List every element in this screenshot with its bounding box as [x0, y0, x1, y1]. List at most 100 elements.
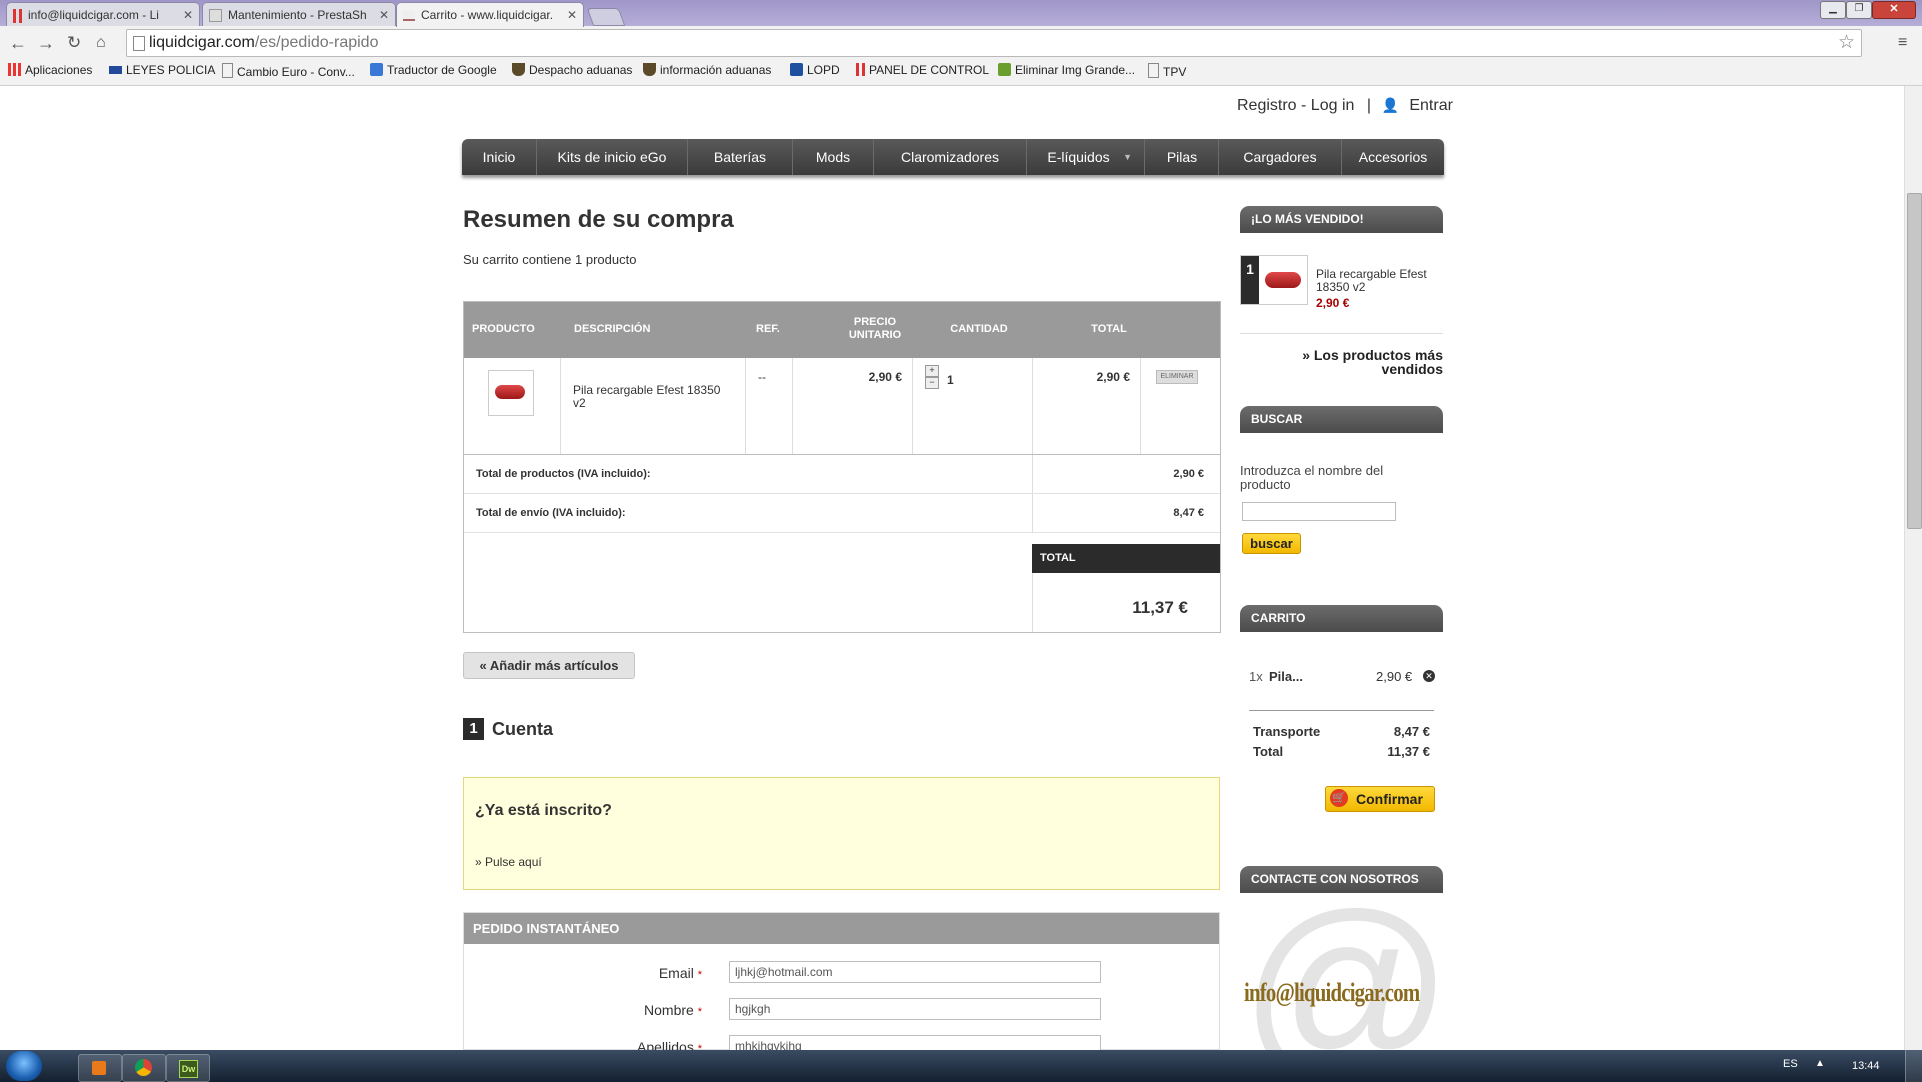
total-shipping-row: Total de envío (IVA incluido): 8,47 €: [464, 494, 1220, 533]
product-thumbnail[interactable]: [488, 370, 534, 416]
taskbar-chrome[interactable]: [122, 1054, 166, 1082]
menu-label: E-líquidos: [1047, 149, 1110, 165]
bookmark-label: Aplicaciones: [25, 63, 93, 77]
minimize-button[interactable]: ▁: [1820, 1, 1846, 19]
bookmark-label: Cambio Euro - Conv...: [237, 65, 355, 79]
bookmark-lopd[interactable]: LOPD: [790, 63, 840, 77]
required-mark: *: [697, 969, 702, 981]
bookmark-label: Despacho aduanas: [529, 63, 633, 77]
bookmark-label: información aduanas: [660, 63, 772, 77]
enter-link[interactable]: Entrar: [1409, 97, 1453, 114]
bookmark-informacion[interactable]: información aduanas: [643, 63, 771, 77]
taskbar-media-player[interactable]: [78, 1054, 122, 1082]
user-icon: 👤: [1381, 97, 1399, 113]
bestseller-thumbnail[interactable]: 1: [1240, 255, 1308, 305]
search-label: Introduzca el nombre del producto: [1240, 463, 1384, 492]
bookmark-label: Eliminar Img Grande...: [1015, 63, 1136, 77]
show-desktop-button[interactable]: [1905, 1050, 1922, 1082]
total-shipping-label: Total de envío (IVA incluido):: [476, 507, 626, 519]
home-icon[interactable]: ⌂: [96, 33, 106, 53]
cart-table: PRODUCTO DESCRIPCIÓN REF. PRECIO UNITARIO…: [463, 301, 1221, 633]
maximize-button[interactable]: ❐: [1846, 1, 1872, 19]
start-button[interactable]: [6, 1051, 42, 1081]
menu-icon[interactable]: ≡: [1898, 33, 1907, 53]
forward-icon[interactable]: →: [37, 33, 55, 53]
total-products-row: Total de productos (IVA incluido): 2,90 …: [464, 455, 1220, 494]
battery-image: [1265, 272, 1301, 288]
email-label-text: Email: [658, 965, 694, 981]
lopd-icon: [790, 63, 803, 76]
close-icon[interactable]: ✕: [567, 3, 577, 27]
register-login-link[interactable]: Registro - Log in: [1237, 97, 1354, 114]
media-icon: [92, 1061, 106, 1075]
menu-item-baterias[interactable]: Baterías: [688, 139, 793, 175]
step-number: 1: [463, 718, 484, 740]
close-window-button[interactable]: ✕: [1872, 1, 1916, 19]
quantity-up-icon[interactable]: +: [925, 365, 939, 377]
confirm-button[interactable]: 🛒 Confirmar: [1325, 786, 1435, 812]
page-icon: [403, 10, 415, 21]
remove-circle-icon[interactable]: ✕: [1423, 670, 1435, 682]
close-icon[interactable]: ✕: [183, 3, 193, 27]
star-icon[interactable]: ☆: [1838, 31, 1855, 54]
remove-button[interactable]: ELIMINAR: [1156, 370, 1198, 384]
contact-email[interactable]: info@liquidcigar.com: [1244, 978, 1420, 1008]
product-description[interactable]: Pila recargable Efest 18350 v2: [573, 384, 733, 410]
search-input[interactable]: [1242, 502, 1396, 521]
tab-strip: info@liquidcigar.com - Li ✕ Mantenimiento…: [0, 0, 1922, 27]
taskbar-dreamweaver[interactable]: Dw: [166, 1054, 210, 1082]
bestseller-name[interactable]: Pila recargable Efest 18350 v2: [1316, 268, 1444, 294]
chevron-down-icon: ▼: [1123, 152, 1132, 162]
cart-item-name[interactable]: Pila...: [1269, 669, 1303, 684]
tab-prestashop[interactable]: Mantenimiento - PrestaSh ✕: [202, 2, 396, 27]
address-bar[interactable]: liquidcigar.com/es/pedido-rapido ☆: [126, 29, 1862, 57]
menu-item-claromizadores[interactable]: Claromizadores: [874, 139, 1027, 175]
url-host: liquidcigar.com: [149, 34, 255, 51]
row-total: 2,90 €: [1096, 370, 1130, 384]
quantity-down-icon[interactable]: −: [925, 377, 939, 389]
bookmark-label: TPV: [1163, 65, 1187, 79]
bookmark-label: LEYES POLICIA: [126, 63, 216, 77]
menu-item-cargadores[interactable]: Cargadores: [1219, 139, 1342, 175]
scrollbar-thumb[interactable]: [1907, 193, 1922, 529]
search-button[interactable]: buscar: [1242, 533, 1301, 554]
tray-arrow-icon[interactable]: ▲: [1815, 1058, 1825, 1069]
bookmark-eliminar[interactable]: Eliminar Img Grande...: [998, 63, 1135, 77]
close-icon[interactable]: ✕: [379, 3, 389, 27]
back-icon[interactable]: ←: [9, 33, 27, 53]
bookmark-panel[interactable]: PANEL DE CONTROL: [856, 63, 989, 77]
bestsellers-more-link[interactable]: » Los productos más vendidos: [1280, 348, 1443, 376]
scrollbar[interactable]: [1904, 86, 1922, 1050]
menu-item-accesorios[interactable]: Accesorios: [1342, 139, 1444, 175]
bookmark-despacho[interactable]: Despacho aduanas: [512, 63, 632, 77]
bookmark-apps[interactable]: Aplicaciones: [8, 63, 92, 77]
confirm-label: Confirmar: [1356, 791, 1423, 807]
click-here-link[interactable]: » Pulse aquí: [475, 855, 542, 869]
bookmark-leyes[interactable]: LEYES POLICIA: [109, 63, 215, 77]
language-indicator[interactable]: ES: [1783, 1058, 1798, 1070]
clock[interactable]: 13:44: [1852, 1060, 1880, 1072]
add-more-button[interactable]: « Añadir más artículos: [463, 652, 635, 679]
email-field[interactable]: [729, 961, 1101, 983]
new-tab-button[interactable]: [586, 8, 626, 26]
menu-item-mods[interactable]: Mods: [793, 139, 874, 175]
window-controls: ▁ ❐ ✕: [1820, 1, 1916, 19]
contact-title: CONTACTE CON NOSOTROS: [1240, 866, 1443, 893]
bookmark-traductor[interactable]: Traductor de Google: [370, 63, 497, 77]
quantity-value: 1: [947, 373, 954, 387]
menu-item-inicio[interactable]: Inicio: [462, 139, 537, 175]
name-field[interactable]: [729, 998, 1101, 1020]
contact-banner[interactable]: @ info@liquidcigar.com: [1244, 900, 1444, 1050]
tab-carrito[interactable]: Carrito - www.liquidcigar. ✕: [396, 2, 584, 27]
email-label: Email *: [464, 965, 702, 981]
bookmark-tpv[interactable]: TPV: [1148, 63, 1186, 79]
menu-item-kits[interactable]: Kits de inicio eGo: [537, 139, 688, 175]
menu-item-eliquidos[interactable]: E-líquidos ▼: [1027, 139, 1145, 175]
reload-icon[interactable]: ↻: [67, 33, 81, 53]
bookmark-cambio[interactable]: Cambio Euro - Conv...: [222, 63, 355, 79]
table-row: Pila recargable Efest 18350 v2 -- 2,90 €…: [464, 358, 1220, 455]
required-mark: *: [697, 1006, 702, 1018]
total-shipping-value: 8,47 €: [1173, 507, 1204, 519]
menu-item-pilas[interactable]: Pilas: [1146, 139, 1219, 175]
tab-gmail[interactable]: info@liquidcigar.com - Li ✕: [6, 2, 200, 27]
